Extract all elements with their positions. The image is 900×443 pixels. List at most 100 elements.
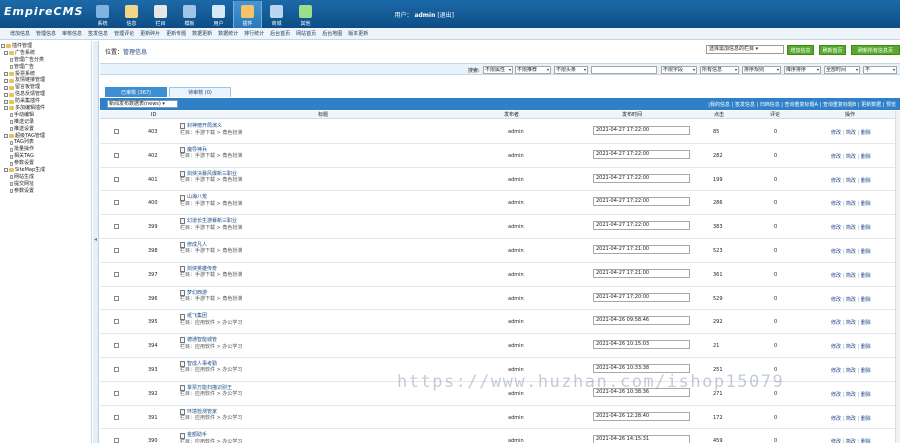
row-comments[interactable]: 0 (774, 248, 777, 254)
row-comments[interactable]: 0 (774, 343, 777, 349)
simple-edit-link[interactable]: 简改 (846, 273, 856, 279)
simple-edit-link[interactable]: 简改 (846, 320, 856, 326)
edit-link[interactable]: 修改 (831, 344, 841, 350)
collapse-toggle-icon[interactable]: - (1, 44, 5, 49)
collapse-toggle-icon[interactable]: - (4, 134, 8, 139)
simple-edit-link[interactable]: 简改 (846, 130, 856, 136)
sidebar-item[interactable]: 手动编辑 (1, 112, 90, 119)
tab-pending[interactable]: 待审核 (0) (169, 87, 231, 97)
logout-link[interactable]: [退出] (437, 12, 454, 19)
delete-link[interactable]: 删除 (861, 201, 871, 207)
vertical-scrollbar[interactable] (895, 111, 900, 443)
sidebar-item[interactable]: 参数设置 (1, 160, 90, 167)
row-checkbox[interactable] (114, 390, 119, 396)
collapse-toggle-icon[interactable]: - (4, 51, 8, 56)
edit-link[interactable]: 修改 (831, 439, 841, 443)
refresh-home-button[interactable]: 刷新首页 (819, 45, 846, 55)
edit-link[interactable]: 修改 (831, 154, 841, 160)
edit-link[interactable]: 修改 (831, 368, 841, 374)
delete-link[interactable]: 删除 (861, 154, 871, 160)
field-select[interactable]: 不限字段 ▾ (661, 66, 697, 74)
delete-link[interactable]: 删除 (861, 273, 871, 279)
row-checkbox[interactable] (114, 319, 119, 325)
simple-edit-link[interactable]: 简改 (846, 225, 856, 231)
row-comments[interactable]: 0 (774, 438, 777, 443)
row-date-input[interactable]: 2021-04-26 12:28:40 (593, 411, 690, 421)
row-date-input[interactable]: 2021-04-27 17:22:00 (593, 149, 690, 159)
row-date-input[interactable]: 2021-04-27 17:21:00 (593, 244, 690, 254)
edit-link[interactable]: 修改 (831, 249, 841, 255)
delete-link[interactable]: 删除 (861, 130, 871, 136)
attr-select[interactable]: 不限属性 ▾ (483, 66, 513, 74)
row-checkbox[interactable] (114, 414, 119, 420)
quick-menu-item[interactable]: 数据更新 (192, 30, 212, 37)
recommend-select[interactable]: 不限推荐 ▾ (515, 66, 551, 74)
row-date-input[interactable]: 2021-04-26 09:58:46 (593, 316, 690, 326)
edit-link[interactable]: 修改 (831, 201, 841, 207)
edit-link[interactable]: 修改 (831, 297, 841, 303)
nav-folder[interactable]: 栏目 (146, 1, 175, 28)
sidebar-item[interactable]: 提交网址 (1, 181, 90, 188)
row-checkbox[interactable] (114, 343, 119, 349)
collapse-toggle-icon[interactable]: - (4, 72, 8, 76)
quick-menu-item[interactable]: 增加信息 (10, 30, 30, 37)
collapse-arrow-icon[interactable]: ◂ (94, 236, 97, 243)
delete-link[interactable]: 删除 (861, 368, 871, 374)
row-checkbox[interactable] (114, 176, 119, 182)
quick-menu-item[interactable]: 数据统计 (218, 30, 238, 37)
sidebar-item[interactable]: 参数设置 (1, 188, 90, 195)
sidebar-item[interactable]: - SiteMap生成 (1, 167, 90, 174)
row-date-input[interactable]: 2021-04-27 17:22:00 (593, 197, 690, 207)
sidebar-splitter[interactable]: ◂ (93, 41, 99, 443)
info-select[interactable]: 所有信息 ▾ (700, 66, 739, 74)
row-comments[interactable]: 0 (774, 129, 777, 135)
sidebar-item[interactable]: 网站生成 (1, 174, 90, 181)
row-date-input[interactable]: 2021-04-26 10:15:03 (593, 340, 690, 350)
simple-edit-link[interactable]: 简改 (846, 392, 856, 398)
delete-link[interactable]: 删除 (861, 439, 871, 443)
quick-menu-item[interactable]: 更新专题 (166, 30, 186, 37)
row-comments[interactable]: 0 (774, 224, 777, 230)
simple-edit-link[interactable]: 简改 (846, 439, 856, 443)
row-comments[interactable]: 0 (774, 177, 777, 183)
edit-link[interactable]: 修改 (831, 320, 841, 326)
time-select[interactable]: 全部时间 ▾ (824, 66, 860, 74)
edit-link[interactable]: 修改 (831, 273, 841, 279)
simple-edit-link[interactable]: 简改 (846, 416, 856, 422)
row-date-input[interactable]: 2021-04-27 17:22:00 (593, 126, 690, 135)
row-date-input[interactable]: 2021-04-27 17:22:00 (593, 221, 690, 231)
refresh-all-button[interactable]: 刷新所有信息页 (851, 45, 900, 55)
order-dir-select[interactable]: 降序排序 ▾ (784, 66, 821, 74)
add-info-button[interactable]: 增加信息 (787, 45, 814, 55)
sidebar-item[interactable]: 管理广告分类 (1, 57, 90, 64)
simple-edit-link[interactable]: 简改 (846, 178, 856, 184)
nav-grid[interactable]: 其他 (291, 1, 320, 28)
edit-link[interactable]: 修改 (831, 130, 841, 136)
row-checkbox[interactable] (114, 438, 119, 443)
row-checkbox[interactable] (114, 152, 119, 158)
quick-menu-item[interactable]: 更新碎片 (140, 30, 160, 37)
row-date-input[interactable]: 2021-04-26 14:15:31 (593, 435, 690, 443)
row-comments[interactable]: 0 (774, 272, 777, 278)
collapse-toggle-icon[interactable]: - (4, 92, 8, 97)
sidebar-item[interactable]: - 插件管理 (1, 43, 90, 50)
nav-edit[interactable]: 信息 (117, 1, 146, 28)
row-checkbox[interactable] (114, 295, 119, 301)
collapse-toggle-icon[interactable]: - (4, 99, 8, 104)
nav-template[interactable]: 模板 (175, 1, 204, 28)
delete-link[interactable]: 删除 (861, 392, 871, 398)
nav-user[interactable]: 用户 (204, 1, 233, 28)
row-date-input[interactable]: 2021-04-27 17:21:00 (593, 268, 690, 278)
delete-link[interactable]: 删除 (861, 344, 871, 350)
sidebar-item[interactable]: - 广告系统 (1, 50, 90, 57)
edit-link[interactable]: 修改 (831, 392, 841, 398)
keyword-input[interactable] (591, 66, 657, 74)
delete-link[interactable]: 删除 (861, 225, 871, 231)
delete-link[interactable]: 删除 (861, 320, 871, 326)
collapse-toggle-icon[interactable]: - (4, 168, 8, 173)
collapse-toggle-icon[interactable]: - (4, 78, 8, 83)
row-comments[interactable]: 0 (774, 319, 777, 325)
row-comments[interactable]: 0 (774, 200, 777, 206)
edit-link[interactable]: 修改 (831, 225, 841, 231)
quick-menu-item[interactable]: 排行统计 (244, 30, 264, 37)
